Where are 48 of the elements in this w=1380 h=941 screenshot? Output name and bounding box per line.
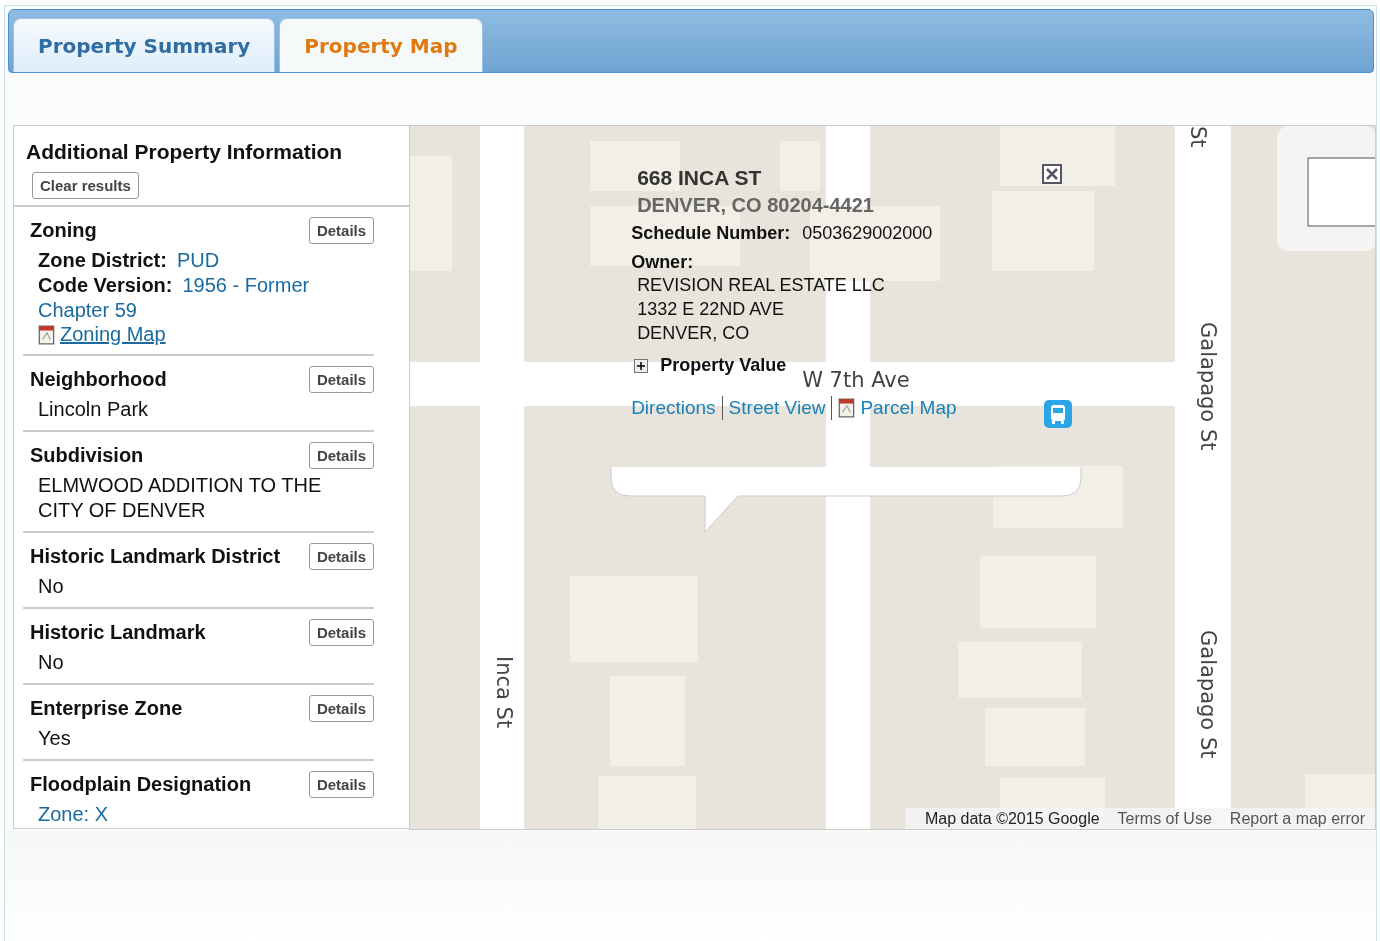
footer-link[interactable]: Terms of Use (1117, 810, 1212, 828)
owner-line: DENVER, CO (637, 322, 751, 345)
details-button[interactable]: Details (308, 366, 375, 393)
street-label: St (1186, 126, 1211, 148)
zoning-field: Zone District: PUD (38, 248, 375, 273)
street-label: Galapago St (1196, 322, 1221, 451)
owner-line: 1332 E 22ND AVE (637, 298, 785, 321)
section-value: Lincoln Park (38, 397, 150, 422)
section-title: Enterprise Zone (30, 697, 183, 720)
details-button[interactable]: Details (308, 217, 375, 244)
closed-box-icon (1042, 164, 1063, 184)
section-title: Subdivision (30, 444, 144, 467)
section-title: Zoning (30, 219, 97, 242)
street-label: W 7th Ave (802, 368, 910, 392)
street-label: Galapago St (1196, 630, 1221, 759)
pdf-icon (838, 398, 857, 418)
section-value: Yes (38, 726, 72, 751)
details-button[interactable]: Details (308, 771, 375, 798)
zoning-map-link[interactable]: Zoning Map (60, 323, 166, 346)
map-data-text: Map data ©2015 Google (925, 810, 1100, 828)
section-link[interactable]: Zone: X (38, 802, 338, 827)
tab[interactable]: Property Summary (13, 18, 276, 72)
section-value: No (38, 650, 65, 675)
owner-line: REVISION REAL ESTATE LLC (637, 274, 886, 297)
details-button[interactable]: Details (308, 442, 375, 469)
details-button[interactable]: Details (308, 543, 375, 570)
pdf-icon (38, 324, 56, 345)
schedule-label: Schedule Number: (631, 223, 791, 243)
schedule-number: 0503629002000 (802, 223, 933, 243)
street-label: Inca St (492, 656, 517, 729)
city-line: DENVER, CO 80204-4421 (637, 194, 875, 217)
owner-label: Owner: (631, 252, 695, 273)
section-title: Floodplain Designation (30, 773, 252, 796)
zoning-field: Code Version: 1956 - Former Chapter 59 (38, 273, 375, 323)
details-button[interactable]: Details (308, 619, 375, 646)
expand-icon[interactable] (634, 358, 649, 373)
details-button[interactable]: Details (308, 695, 375, 722)
panel-title: Additional Property Information (26, 140, 344, 164)
section-value: No (38, 574, 65, 599)
section-title: Neighborhood (30, 368, 167, 391)
section-title: Historic Landmark (30, 621, 206, 644)
section-title: Historic Landmark District (30, 545, 281, 568)
clear-results-button[interactable]: Clear results (32, 172, 139, 199)
section-value: ELMWOOD ADDITION TO THE CITY OF DENVER (38, 473, 323, 523)
property-value-toggle[interactable]: Property Value (660, 355, 787, 376)
bus-icon (1044, 400, 1073, 428)
footer-link[interactable]: Report a map error (1229, 810, 1365, 828)
address: 668 INCA ST (637, 166, 763, 190)
